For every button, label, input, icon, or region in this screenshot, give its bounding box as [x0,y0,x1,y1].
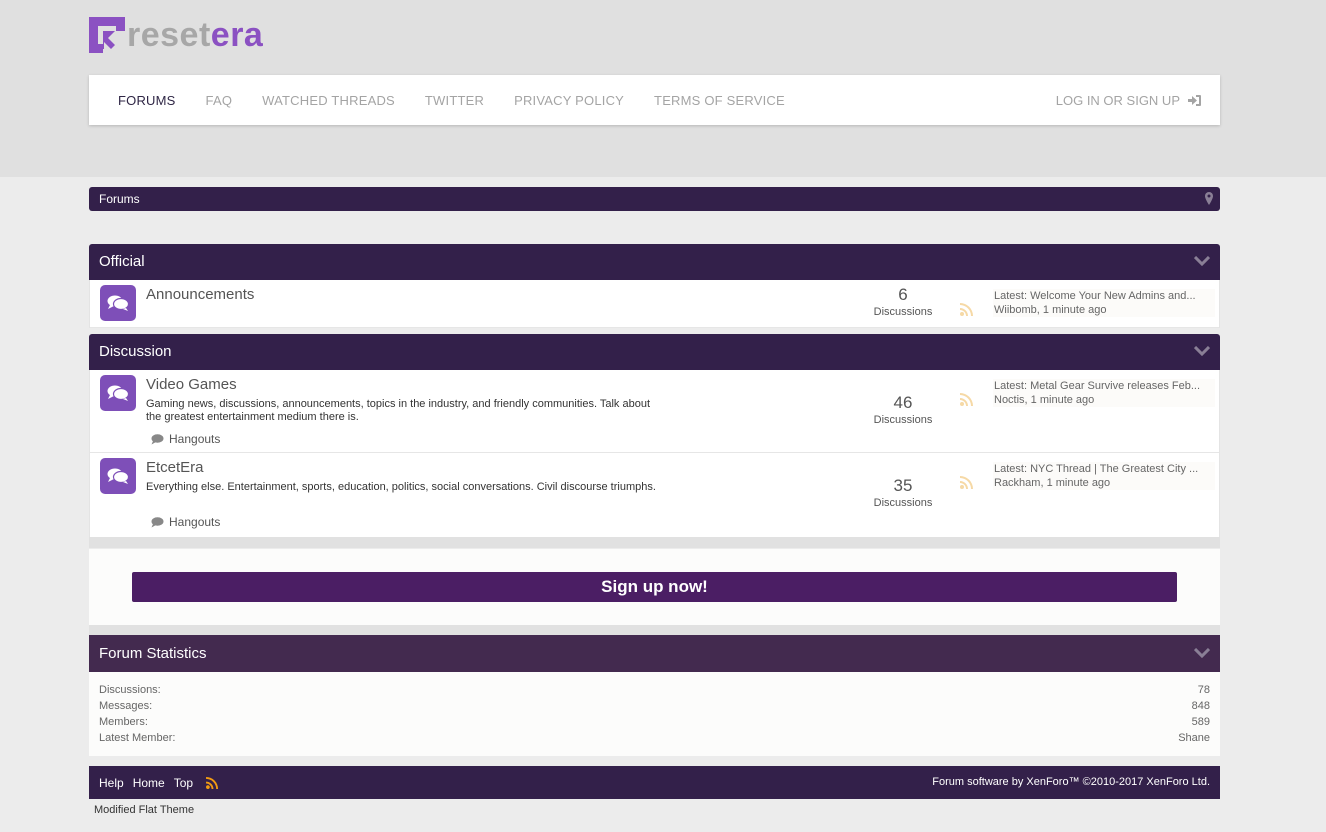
stat-value: 78 [1197,684,1210,696]
category-official-header[interactable]: Official [89,244,1220,280]
forum-row-announcements: Announcements 6 Discussions Latest: Welc… [90,280,1219,328]
stat-row-messages: Messages: 848 [99,698,1210,714]
nav-privacy-policy[interactable]: PRIVACY POLICY [514,93,624,108]
stat-row-members: Members: 589 [99,714,1210,730]
rss-icon[interactable] [960,303,974,316]
category-discussion-body: Video Games Gaming news, discussions, an… [89,370,1220,537]
stat-row-latest-member: Latest Member: Shane [99,730,1210,746]
subforum-link-hangouts[interactable]: Hangouts [151,515,220,529]
nav-forums[interactable]: FORUMS [118,93,176,108]
logo-wordmark: resetera [127,16,263,54]
discussion-count: 6 [898,285,908,304]
stat-label: Latest Member: [99,732,176,744]
breadcrumb-forums[interactable]: Forums [99,192,140,206]
breadcrumb: Forums [89,187,1220,211]
page-footer: Help Home Top Forum software by XenForo™… [89,766,1220,799]
rss-icon[interactable] [960,393,974,406]
signup-panel-footer [89,625,1220,635]
sign-up-button[interactable]: Sign up now! [132,572,1177,602]
forum-chat-icon [100,375,136,411]
forum-description: Everything else. Entertainment, sports, … [146,481,656,493]
subforum-link-hangouts[interactable]: Hangouts [151,432,220,446]
main-navigation: FORUMS FAQ WATCHED THREADS TWITTER PRIVA… [89,75,1220,125]
subforum-label: Hangouts [169,432,221,446]
nav-faq[interactable]: FAQ [206,93,233,108]
latest-post: Latest: NYC Thread | The Greatest City .… [993,462,1215,490]
forum-discussion-count: 35 Discussions [863,476,943,510]
stat-row-discussions: Discussions: 78 [99,682,1210,698]
category-discussion-header[interactable]: Discussion [89,334,1220,370]
nav-watched-threads[interactable]: WATCHED THREADS [262,93,395,108]
latest-post-meta[interactable]: Wiibomb, 1 minute ago [994,303,1215,317]
stat-value: 589 [1191,716,1210,728]
site-logo[interactable]: resetera [89,16,263,54]
forum-row-etcetera: EtcetEra Everything else. Entertainment,… [90,453,1219,537]
forum-title-etcetera[interactable]: EtcetEra [146,459,204,476]
forum-chat-icon [100,285,136,321]
forum-row-video-games: Video Games Gaming news, discussions, an… [90,370,1219,453]
speech-bubble-icon [151,433,164,444]
nav-terms-of-service[interactable]: TERMS OF SERVICE [654,93,785,108]
stat-label: Members: [99,716,148,728]
stat-value-latest-member[interactable]: Shane [1178,730,1210,746]
forum-statistics-body: Discussions: 78 Messages: 848 Members: 5… [89,672,1220,756]
nav-twitter[interactable]: TWITTER [425,93,484,108]
discussion-count: 46 [893,393,913,412]
footer-copyright[interactable]: Forum software by XenForo™ ©2010-2017 Xe… [932,766,1210,799]
login-label: LOG IN OR SIGN UP [1055,92,1180,108]
latest-post: Latest: Welcome Your New Admins and... W… [993,289,1215,317]
category-title: Discussion [99,343,172,360]
latest-thread-link[interactable]: Latest: Metal Gear Survive releases Feb.… [994,379,1208,393]
chevron-down-icon[interactable] [1194,346,1210,356]
logo-text-reset: reset [127,16,211,54]
latest-thread-link[interactable]: Latest: NYC Thread | The Greatest City .… [994,462,1208,476]
map-pin-icon [1205,192,1213,205]
chevron-down-icon[interactable] [1194,648,1210,658]
footer-link-top[interactable]: Top [174,776,193,790]
latest-post-meta[interactable]: Rackham, 1 minute ago [994,476,1215,490]
category-footer [89,537,1220,548]
forum-description: Gaming news, discussions, announcements,… [146,398,651,423]
logo-text-era: era [210,16,264,54]
stat-label: Discussions: [99,684,161,696]
forum-statistics-header[interactable]: Forum Statistics [89,635,1220,672]
signup-panel: Sign up now! [89,549,1220,625]
footer-link-help[interactable]: Help [99,776,124,790]
discussion-count-label: Discussions [873,497,933,509]
resetera-logo-icon [89,17,125,53]
rss-icon[interactable] [206,776,219,789]
stat-value: 848 [1191,700,1210,712]
speech-bubble-icon [151,516,164,527]
category-official-body: Announcements 6 Discussions Latest: Welc… [89,280,1220,328]
discussion-count-label: Discussions [873,414,933,426]
forum-title-video-games[interactable]: Video Games [146,376,237,393]
category-title: Official [99,253,145,270]
subforum-label: Hangouts [169,515,221,529]
forum-chat-icon [100,458,136,494]
forum-discussion-count: 6 Discussions [863,285,943,319]
latest-thread-link[interactable]: Latest: Welcome Your New Admins and... [994,289,1208,303]
login-signup-button[interactable]: LOG IN OR SIGN UP [1056,75,1202,125]
rss-icon[interactable] [960,476,974,489]
footer-link-home[interactable]: Home [133,776,165,790]
sign-in-icon [1188,94,1201,106]
theme-note: Modified Flat Theme [94,804,195,816]
forum-discussion-count: 46 Discussions [863,393,943,427]
latest-post-meta[interactable]: Noctis, 1 minute ago [994,393,1215,407]
forum-statistics-title: Forum Statistics [99,645,207,662]
latest-post: Latest: Metal Gear Survive releases Feb.… [993,379,1215,407]
discussion-count-label: Discussions [873,306,933,318]
forum-title-announcements[interactable]: Announcements [146,286,254,303]
stat-label: Messages: [99,700,153,712]
discussion-count: 35 [893,476,913,495]
chevron-down-icon[interactable] [1194,256,1210,266]
